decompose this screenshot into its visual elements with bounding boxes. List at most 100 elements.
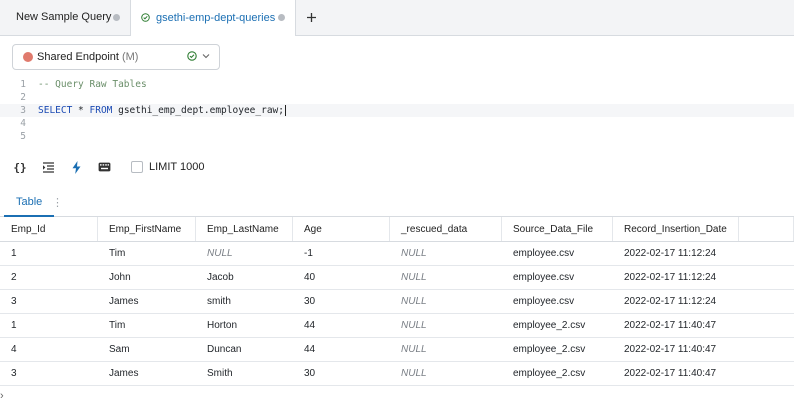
tab-label: gsethi-emp-dept-queries xyxy=(156,11,276,24)
column-header[interactable]: Record_Insertion_Date xyxy=(613,217,739,241)
column-header[interactable]: Age xyxy=(293,217,390,241)
column-header[interactable]: Emp_Id xyxy=(0,217,98,241)
results-table: Emp_Id Emp_FirstName Emp_LastName Age _r… xyxy=(0,217,794,386)
query-tab-bar: New Sample Query gsethi-emp-dept-queries xyxy=(0,0,794,36)
table-cell[interactable]: Duncan xyxy=(196,338,293,361)
keyboard-shortcuts-button[interactable] xyxy=(97,158,111,176)
table-cell[interactable]: John xyxy=(98,266,196,289)
table-cell[interactable]: NULL xyxy=(390,242,502,265)
endpoint-size: (M) xyxy=(121,51,139,63)
table-row: 1 Tim Horton 44 NULL employee_2.csv 2022-02-17… xyxy=(0,314,794,338)
table-row: 3 James Smith 30 NULL employee_2.csv 2022-02-1… xyxy=(0,362,794,386)
table-cell[interactable]: smith xyxy=(196,290,293,313)
table-cell[interactable]: NULL xyxy=(390,290,502,313)
chevron-down-icon xyxy=(202,54,210,59)
table-cell[interactable]: NULL xyxy=(196,242,293,265)
tab-table[interactable]: Table xyxy=(4,188,55,217)
indent-icon xyxy=(42,161,54,173)
endpoint-status-icon xyxy=(23,52,33,62)
column-header[interactable]: Emp_FirstName xyxy=(98,217,196,241)
table-cell[interactable]: 30 xyxy=(293,290,390,313)
table-row: 1 Tim NULL -1 NULL employee.csv 2022-02-17 11:… xyxy=(0,242,794,266)
table-row: 3 James smith 30 NULL employee.csv 2022-02-17 … xyxy=(0,290,794,314)
table-cell[interactable]: 2022-02-17 11:12:24 xyxy=(613,242,739,265)
table-cell[interactable]: 2022-02-17 11:12:24 xyxy=(613,290,739,313)
editor-line: 2 xyxy=(0,91,794,104)
table-row: 2 John Jacob 40 NULL employee.csv 2022-02-17 1… xyxy=(0,266,794,290)
column-header[interactable]: Emp_LastName xyxy=(196,217,293,241)
tab-label: New Sample Query xyxy=(16,11,112,23)
limit-toggle[interactable]: LIMIT 1000 xyxy=(131,161,204,173)
editor-line: 4 xyxy=(0,117,794,130)
table-cell[interactable]: 2022-02-17 11:40:47 xyxy=(613,338,739,361)
column-header-empty xyxy=(739,217,794,241)
table-cell[interactable]: Horton xyxy=(196,314,293,337)
code-token: * xyxy=(72,105,90,116)
table-cell[interactable]: 3 xyxy=(0,362,98,385)
table-cell[interactable]: James xyxy=(98,362,196,385)
plus-icon xyxy=(306,12,316,22)
keyword-from: FROM xyxy=(89,105,113,116)
column-header[interactable]: Source_Data_File xyxy=(502,217,613,241)
table-cell[interactable]: 44 xyxy=(293,338,390,361)
line-number: 4 xyxy=(20,118,26,129)
table-cell[interactable]: NULL xyxy=(390,266,502,289)
table-cell[interactable]: employee.csv xyxy=(502,290,613,313)
table-cell[interactable]: 2 xyxy=(0,266,98,289)
table-cell[interactable]: Jacob xyxy=(196,266,293,289)
line-number: 3 xyxy=(20,105,26,116)
editor-line: 1 -- Query Raw Tables xyxy=(0,78,794,91)
table-cell[interactable]: James xyxy=(98,290,196,313)
table-cell[interactable]: 4 xyxy=(0,338,98,361)
format-query-button[interactable]: {} xyxy=(13,158,27,176)
table-cell[interactable]: Smith xyxy=(196,362,293,385)
table-cell[interactable]: employee_2.csv xyxy=(502,338,613,361)
table-cell[interactable]: 1 xyxy=(0,314,98,337)
table-cell[interactable]: Sam xyxy=(98,338,196,361)
table-cell[interactable]: 2022-02-17 11:40:47 xyxy=(613,314,739,337)
editor-toolbar: {} LIMIT 1000 xyxy=(13,158,204,176)
table-cell[interactable]: Tim xyxy=(98,242,196,265)
table-cell[interactable]: employee.csv xyxy=(502,242,613,265)
sql-editor[interactable]: 1 -- Query Raw Tables 2 3 SELECT * FROM … xyxy=(0,78,794,148)
run-button[interactable] xyxy=(69,158,83,176)
column-header[interactable]: _rescued_data xyxy=(390,217,502,241)
table-cell[interactable]: 1 xyxy=(0,242,98,265)
table-cell[interactable]: 2022-02-17 11:12:24 xyxy=(613,266,739,289)
tab-gsethi-emp-dept-queries[interactable]: gsethi-emp-dept-queries xyxy=(130,0,296,36)
table-cell[interactable]: Tim xyxy=(98,314,196,337)
chevron-right-icon[interactable]: › xyxy=(0,390,4,402)
code-statement: SELECT * FROM gsethi_emp_dept.employee_r… xyxy=(38,104,286,117)
table-cell-empty xyxy=(739,266,794,289)
table-cell-empty xyxy=(739,290,794,313)
table-cell-empty xyxy=(739,242,794,265)
check-circle-icon xyxy=(141,13,150,22)
table-cell[interactable]: employee_2.csv xyxy=(502,314,613,337)
endpoint-select[interactable]: Shared Endpoint (M) xyxy=(12,44,220,70)
table-cell[interactable]: NULL xyxy=(390,362,502,385)
table-cell[interactable]: NULL xyxy=(390,338,502,361)
kebab-menu-icon[interactable]: ⋮ xyxy=(52,196,63,209)
table-cell[interactable]: 2022-02-17 11:40:47 xyxy=(613,362,739,385)
table-cell[interactable]: employee_2.csv xyxy=(502,362,613,385)
line-number: 5 xyxy=(20,131,26,142)
keyword-select: SELECT xyxy=(38,105,73,116)
limit-checkbox[interactable] xyxy=(131,161,143,173)
unsaved-dot-icon xyxy=(278,14,285,21)
line-number: 1 xyxy=(20,79,26,90)
line-number: 2 xyxy=(20,92,26,103)
table-cell[interactable]: employee.csv xyxy=(502,266,613,289)
indent-button[interactable] xyxy=(41,158,55,176)
editor-line: 5 xyxy=(0,130,794,143)
tab-new-sample-query[interactable]: New Sample Query xyxy=(0,0,130,35)
table-cell[interactable]: -1 xyxy=(293,242,390,265)
table-cell[interactable]: NULL xyxy=(390,314,502,337)
code-table-name: gsethi_emp_dept.employee_raw; xyxy=(112,105,284,116)
code-comment: -- Query Raw Tables xyxy=(38,79,147,90)
add-tab-button[interactable] xyxy=(296,0,326,35)
table-cell[interactable]: 30 xyxy=(293,362,390,385)
table-cell[interactable]: 40 xyxy=(293,266,390,289)
table-cell[interactable]: 3 xyxy=(0,290,98,313)
table-cell[interactable]: 44 xyxy=(293,314,390,337)
table-header-row: Emp_Id Emp_FirstName Emp_LastName Age _r… xyxy=(0,217,794,242)
